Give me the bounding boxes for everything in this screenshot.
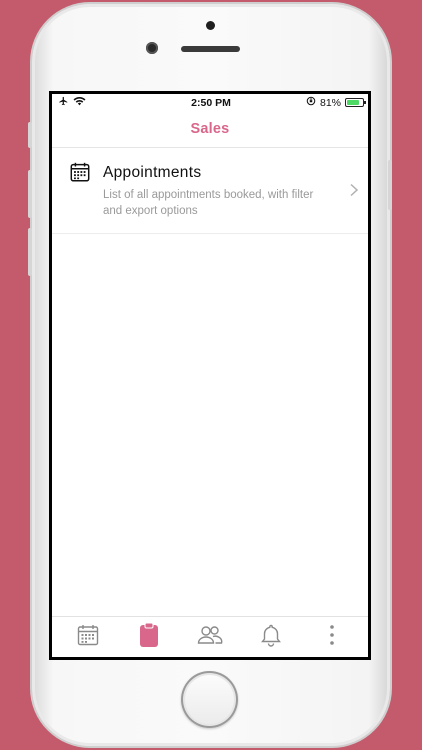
- tab-bar: [52, 616, 368, 657]
- tab-notifications[interactable]: [251, 621, 291, 653]
- battery-level: [347, 100, 360, 105]
- tab-more[interactable]: [312, 621, 352, 653]
- bell-icon: [260, 623, 282, 652]
- home-button[interactable]: [181, 671, 238, 728]
- airplane-icon: [58, 96, 69, 109]
- more-vertical-icon: [328, 624, 336, 651]
- earpiece-speaker: [181, 46, 240, 52]
- screen: 2:50 PM 81% Sales Appointments List of a…: [49, 91, 371, 660]
- battery-icon: [345, 98, 366, 107]
- tab-sales[interactable]: [129, 621, 169, 653]
- status-time: 2:50 PM: [191, 96, 231, 109]
- volume-up-button: [28, 170, 32, 218]
- power-button: [388, 160, 392, 210]
- battery-percent: 81%: [319, 96, 341, 109]
- front-camera: [146, 42, 158, 54]
- clipboard-icon: [138, 622, 160, 653]
- app-screen: 2:50 PM 81% Sales Appointments List of a…: [52, 94, 368, 657]
- calendar-icon: [69, 161, 93, 185]
- page-title: Sales: [190, 121, 230, 137]
- navigation-bar: Sales: [52, 111, 368, 148]
- list-item-description: List of all appointments booked, with fi…: [103, 189, 314, 217]
- status-bar: 2:50 PM 81%: [52, 94, 368, 111]
- tab-calendar[interactable]: [68, 621, 108, 653]
- mute-switch: [28, 122, 32, 148]
- calendar-icon: [76, 623, 100, 652]
- tab-clients[interactable]: [190, 621, 230, 653]
- list-item-text: Appointments List of all appointments bo…: [103, 161, 358, 219]
- list-item-appointments[interactable]: Appointments List of all appointments bo…: [52, 148, 368, 234]
- list-item-title: Appointments: [103, 164, 202, 181]
- orientation-lock-icon: [306, 96, 316, 109]
- users-icon: [197, 624, 223, 651]
- wifi-icon: [73, 96, 86, 109]
- proximity-sensor: [206, 21, 215, 30]
- chevron-right-icon: [349, 183, 359, 197]
- volume-down-button: [28, 228, 32, 276]
